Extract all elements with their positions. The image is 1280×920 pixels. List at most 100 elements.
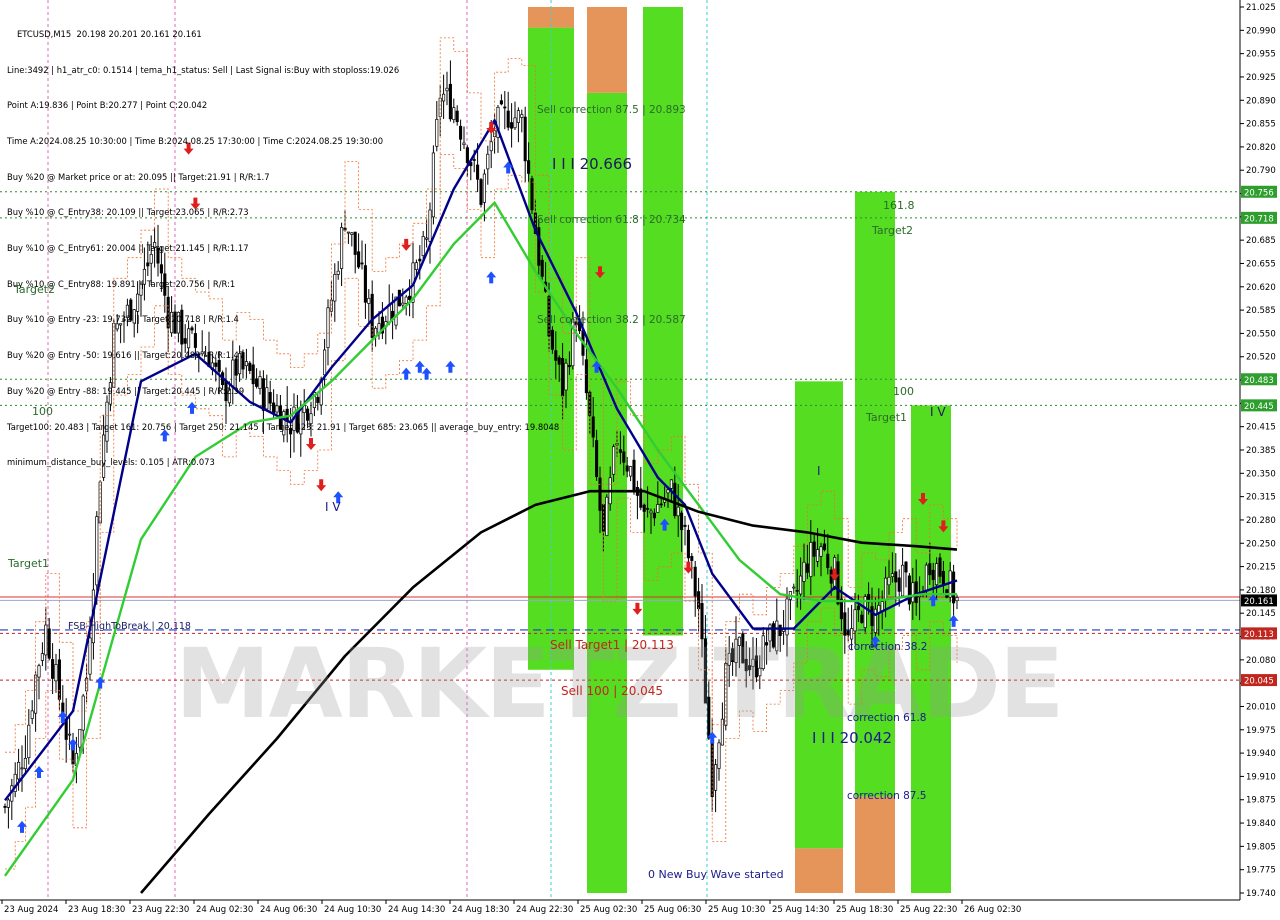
info-line: Buy %10 @ C_Entry61: 20.004 || Target:21…: [7, 243, 249, 254]
candle: [676, 506, 680, 517]
info-line: Buy %20 @ Entry -88: 19.445 || Target:20…: [7, 385, 245, 396]
x-tick-label: 24 Aug 06:30: [260, 905, 317, 915]
candle: [20, 767, 24, 770]
sell-correction-382-label: Sell correction 38.2 | 20.587: [537, 314, 686, 326]
info-line: Buy %10 @ C_Entry38: 20.109 || Target:23…: [7, 207, 249, 218]
candle: [816, 549, 820, 562]
y-tick-label: 20.855: [1246, 120, 1276, 130]
candle: [40, 653, 44, 661]
candle: [931, 569, 935, 581]
y-tick-label: 20.955: [1246, 50, 1276, 60]
x-tick-label: 25 Aug 10:30: [708, 905, 765, 915]
y-tick-label: 20.820: [1246, 143, 1276, 153]
level-100-right-label: 100: [893, 385, 914, 398]
candle: [938, 557, 942, 577]
candle: [928, 563, 932, 576]
candle: [860, 614, 864, 623]
candle: [81, 695, 85, 731]
candle: [826, 553, 830, 569]
candle: [952, 571, 956, 604]
x-tick-label: 24 Aug 02:30: [196, 905, 253, 915]
y-tick-label: 20.280: [1246, 516, 1276, 526]
target1-left-label: Target1: [8, 557, 50, 570]
candle: [584, 359, 588, 394]
info-line: Target100: 20.483 | Target 161: 20.756 |…: [7, 421, 560, 432]
candle: [646, 508, 650, 510]
info-line: Buy %20 @ Market price or at: 20.095 || …: [7, 171, 270, 182]
candle: [924, 564, 928, 591]
candle: [37, 665, 41, 678]
candle: [890, 573, 894, 578]
x-tick-label: 26 Aug 02:30: [964, 905, 1021, 915]
candle: [819, 546, 823, 557]
sell-100-label: Sell 100 | 20.045: [561, 684, 664, 698]
candle: [598, 477, 602, 511]
zone-bar: [855, 796, 895, 893]
candle: [714, 764, 718, 791]
symbol-line: ETCUSD,M15 20.198 20.201 20.161 20.161: [17, 28, 202, 39]
info-line: Buy %10 @ C_Entry88: 19.891 || Target:20…: [7, 278, 236, 289]
candle: [911, 582, 915, 603]
candle: [935, 563, 939, 586]
candle: [567, 365, 571, 368]
candle: [561, 358, 565, 397]
info-line: Point A:19.836 | Point B:20.277 | Point …: [7, 100, 208, 111]
x-tick-label: 25 Aug 18:30: [836, 905, 893, 915]
candle: [941, 571, 945, 586]
y-tick-label: 19.805: [1246, 842, 1276, 852]
wave3-low-label: I I I 20.042: [812, 729, 893, 747]
price-tag-label: 20.161: [1244, 597, 1274, 607]
candle: [34, 674, 38, 714]
candle: [564, 362, 568, 391]
candle: [27, 724, 31, 759]
target1-right-label: Target1: [866, 411, 908, 424]
price-tag-label: 20.445: [1244, 402, 1274, 412]
y-tick-label: 19.740: [1246, 889, 1276, 899]
candle: [802, 561, 806, 582]
zone-bar: [795, 381, 843, 849]
y-tick-label: 20.990: [1246, 26, 1276, 36]
price-tag-label: 20.483: [1244, 376, 1274, 386]
candle: [629, 466, 633, 477]
x-tick-label: 23 Aug 2024: [4, 905, 58, 915]
candle: [897, 577, 901, 592]
candle: [6, 799, 10, 808]
candle: [955, 597, 959, 602]
candle: [680, 512, 684, 531]
candle: [588, 391, 592, 416]
y-tick-label: 20.385: [1246, 446, 1276, 456]
candle: [717, 742, 721, 769]
candle: [659, 503, 663, 506]
candle: [884, 577, 888, 601]
candle: [17, 761, 21, 780]
candle: [625, 465, 629, 472]
candle: [591, 416, 595, 438]
wave4-right-label: I V: [930, 405, 946, 419]
y-tick-label: 20.350: [1246, 469, 1276, 479]
candle: [595, 440, 599, 478]
zone-bar: [795, 848, 843, 893]
zone-bar: [587, 7, 627, 93]
candle: [51, 659, 55, 679]
fsb-label: FSB-HighToBreak | 20.118: [68, 621, 191, 632]
candle: [615, 443, 619, 446]
y-tick-label: 20.925: [1246, 73, 1276, 83]
candle: [887, 576, 891, 586]
y-tick-label: 20.010: [1246, 702, 1276, 712]
y-tick-label: 19.940: [1246, 749, 1276, 759]
y-tick-label: 21.025: [1246, 3, 1276, 13]
candle: [894, 571, 898, 583]
y-tick-label: 20.890: [1246, 96, 1276, 106]
y-tick-label: 20.550: [1246, 329, 1276, 339]
wave4-left-label: I V: [325, 500, 341, 514]
price-tag-label: 20.045: [1244, 677, 1274, 687]
candle: [799, 575, 803, 595]
y-tick-label: 20.145: [1246, 609, 1276, 619]
candle: [901, 564, 905, 597]
level-1618-label: 161.8: [883, 199, 915, 212]
y-tick-label: 19.840: [1246, 819, 1276, 829]
candle: [683, 524, 687, 527]
candle: [856, 605, 860, 611]
info-line: Buy %10 @ Entry -23: 19.732 || Target:20…: [7, 314, 239, 325]
x-tick-label: 25 Aug 14:30: [772, 905, 829, 915]
